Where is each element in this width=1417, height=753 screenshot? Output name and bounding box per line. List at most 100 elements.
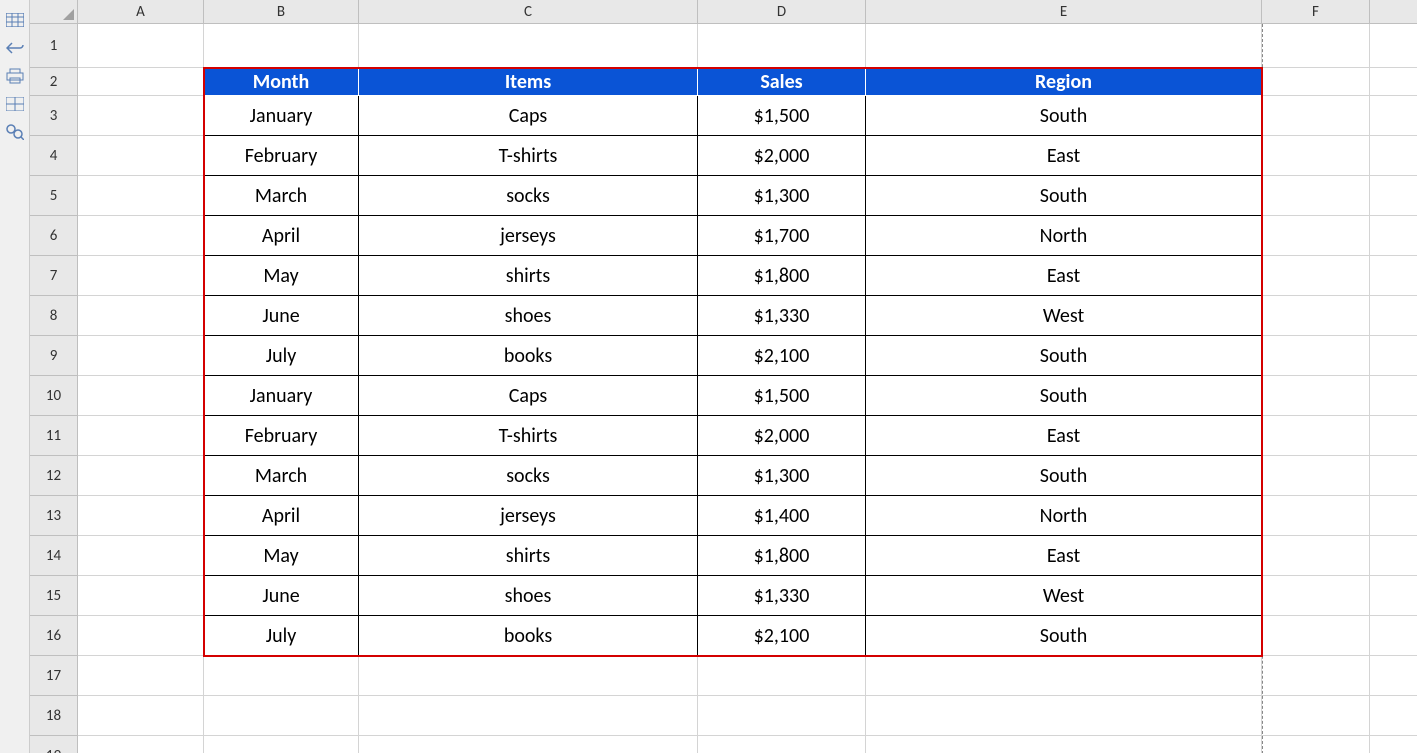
cell-B6[interactable]: April (204, 216, 359, 256)
cell-C11[interactable]: T-shirts (359, 416, 698, 456)
cell-grid[interactable]: MonthItemsSalesRegionJanuaryCaps$1,500So… (78, 24, 1417, 753)
sheet-area[interactable]: ABCDEFG 12345678910111213141516171819 Mo… (30, 0, 1417, 753)
print-icon[interactable] (6, 68, 24, 84)
row-header-7[interactable]: 7 (30, 256, 78, 296)
cell-F6[interactable] (1262, 216, 1370, 256)
cell-F9[interactable] (1262, 336, 1370, 376)
cell-B3[interactable]: January (204, 96, 359, 136)
col-header-E[interactable]: E (866, 0, 1262, 24)
cell-D17[interactable] (698, 656, 866, 696)
cell-A4[interactable] (78, 136, 204, 176)
cell-C8[interactable]: shoes (359, 296, 698, 336)
row-header-18[interactable]: 18 (30, 696, 78, 736)
cell-B12[interactable]: March (204, 456, 359, 496)
cell-A7[interactable] (78, 256, 204, 296)
row-header-17[interactable]: 17 (30, 656, 78, 696)
cell-C7[interactable]: shirts (359, 256, 698, 296)
cell-D18[interactable] (698, 696, 866, 736)
col-header-F[interactable]: F (1262, 0, 1370, 24)
col-header-C[interactable]: C (359, 0, 698, 24)
select-all-corner[interactable] (30, 0, 78, 24)
cell-G1[interactable] (1370, 24, 1417, 68)
cell-D3[interactable]: $1,500 (698, 96, 866, 136)
cell-D19[interactable] (698, 736, 866, 753)
cell-B5[interactable]: March (204, 176, 359, 216)
cell-B2[interactable]: Month (204, 68, 359, 96)
cell-B7[interactable]: May (204, 256, 359, 296)
cell-D12[interactable]: $1,300 (698, 456, 866, 496)
cell-D13[interactable]: $1,400 (698, 496, 866, 536)
cell-G10[interactable] (1370, 376, 1417, 416)
cell-E16[interactable]: South (866, 616, 1262, 656)
cell-C6[interactable]: jerseys (359, 216, 698, 256)
cell-E18[interactable] (866, 696, 1262, 736)
back-icon[interactable] (6, 40, 24, 56)
cell-E14[interactable]: East (866, 536, 1262, 576)
worksheet-icon[interactable] (6, 12, 24, 28)
grid-icon[interactable] (6, 96, 24, 112)
cell-A15[interactable] (78, 576, 204, 616)
cell-F10[interactable] (1262, 376, 1370, 416)
cell-A8[interactable] (78, 296, 204, 336)
cell-F4[interactable] (1262, 136, 1370, 176)
cell-G12[interactable] (1370, 456, 1417, 496)
cell-C3[interactable]: Caps (359, 96, 698, 136)
cell-C12[interactable]: socks (359, 456, 698, 496)
cell-E12[interactable]: South (866, 456, 1262, 496)
cell-F16[interactable] (1262, 616, 1370, 656)
cell-F7[interactable] (1262, 256, 1370, 296)
row-header-6[interactable]: 6 (30, 216, 78, 256)
cell-C1[interactable] (359, 24, 698, 68)
cell-B1[interactable] (204, 24, 359, 68)
cell-G3[interactable] (1370, 96, 1417, 136)
cell-C4[interactable]: T-shirts (359, 136, 698, 176)
cell-G8[interactable] (1370, 296, 1417, 336)
cell-B17[interactable] (204, 656, 359, 696)
cell-G5[interactable] (1370, 176, 1417, 216)
cell-F11[interactable] (1262, 416, 1370, 456)
cell-G7[interactable] (1370, 256, 1417, 296)
cell-A5[interactable] (78, 176, 204, 216)
row-header-3[interactable]: 3 (30, 96, 78, 136)
cell-C9[interactable]: books (359, 336, 698, 376)
row-header-10[interactable]: 10 (30, 376, 78, 416)
cell-C5[interactable]: socks (359, 176, 698, 216)
cell-E19[interactable] (866, 736, 1262, 753)
cell-B8[interactable]: June (204, 296, 359, 336)
row-header-2[interactable]: 2 (30, 68, 78, 96)
cell-E11[interactable]: East (866, 416, 1262, 456)
row-header-15[interactable]: 15 (30, 576, 78, 616)
cell-D1[interactable] (698, 24, 866, 68)
col-header-A[interactable]: A (78, 0, 204, 24)
row-header-13[interactable]: 13 (30, 496, 78, 536)
cell-D10[interactable]: $1,500 (698, 376, 866, 416)
cell-B16[interactable]: July (204, 616, 359, 656)
cell-D11[interactable]: $2,000 (698, 416, 866, 456)
cell-B14[interactable]: May (204, 536, 359, 576)
find-icon[interactable] (6, 124, 24, 140)
cell-C16[interactable]: books (359, 616, 698, 656)
row-header-8[interactable]: 8 (30, 296, 78, 336)
cell-G14[interactable] (1370, 536, 1417, 576)
col-header-D[interactable]: D (698, 0, 866, 24)
cell-A11[interactable] (78, 416, 204, 456)
row-header-16[interactable]: 16 (30, 616, 78, 656)
cell-B19[interactable] (204, 736, 359, 753)
cell-A10[interactable] (78, 376, 204, 416)
cell-C13[interactable]: jerseys (359, 496, 698, 536)
cell-F3[interactable] (1262, 96, 1370, 136)
cell-G4[interactable] (1370, 136, 1417, 176)
cell-F8[interactable] (1262, 296, 1370, 336)
cell-E7[interactable]: East (866, 256, 1262, 296)
cell-G15[interactable] (1370, 576, 1417, 616)
cell-G19[interactable] (1370, 736, 1417, 753)
cell-E8[interactable]: West (866, 296, 1262, 336)
cell-A18[interactable] (78, 696, 204, 736)
cell-A17[interactable] (78, 656, 204, 696)
cell-A14[interactable] (78, 536, 204, 576)
cell-G2[interactable] (1370, 68, 1417, 96)
col-header-B[interactable]: B (204, 0, 359, 24)
cell-D4[interactable]: $2,000 (698, 136, 866, 176)
cell-B13[interactable]: April (204, 496, 359, 536)
cell-C19[interactable] (359, 736, 698, 753)
